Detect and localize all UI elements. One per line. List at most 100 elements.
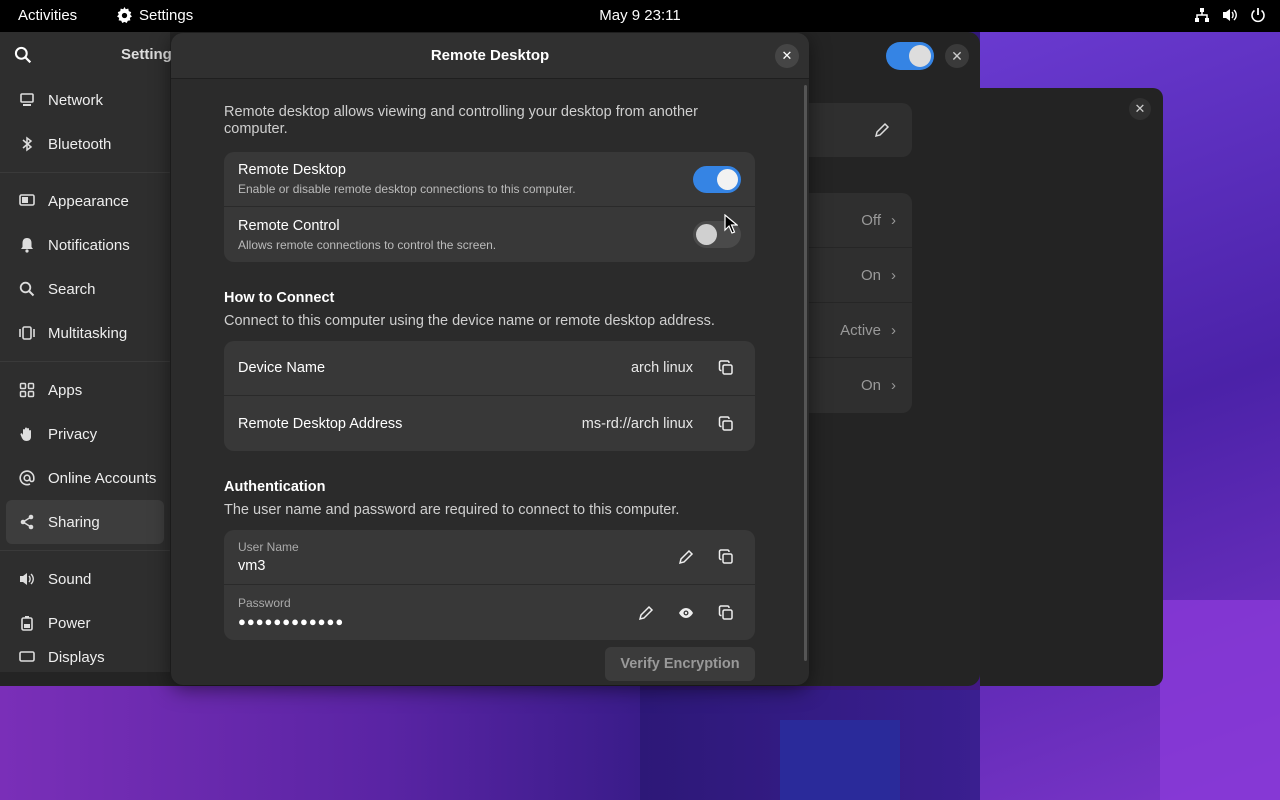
sidebar-item-label: Privacy (48, 425, 98, 443)
sidebar-item-bluetooth[interactable]: Bluetooth (0, 122, 170, 166)
remote-address-label: Remote Desktop Address (238, 415, 403, 432)
close-icon[interactable]: ✕ (775, 44, 799, 68)
display-icon (18, 649, 36, 667)
apps-icon (18, 381, 36, 399)
app-menu-label: Settings (139, 7, 194, 24)
speaker-icon (18, 570, 36, 588)
sharing-toggle[interactable] (886, 42, 934, 70)
sidebar-item-online-accounts[interactable]: Online Accounts (0, 456, 170, 500)
sidebar-item-network[interactable]: Network (0, 78, 170, 122)
authentication-heading: Authentication (224, 479, 326, 495)
how-to-connect-description: Connect to this computer using the devic… (224, 313, 715, 329)
chevron-right-icon: › (891, 266, 896, 284)
remote-control-title: Remote Control (238, 217, 340, 234)
remote-desktop-toggle[interactable] (693, 166, 741, 193)
sidebar-item-label: Sound (48, 570, 92, 588)
copy-icon[interactable] (711, 598, 741, 628)
remote-desktop-dialog: Remote Desktop ✕ Remote desktop allows v… (171, 33, 809, 685)
multitasking-icon (18, 324, 36, 342)
intro-text: Remote desktop allows viewing and contro… (224, 104, 698, 137)
sharing-row-status: On (860, 266, 881, 284)
sidebar-item-apps[interactable]: Apps (0, 368, 170, 412)
volume-icon (1223, 9, 1237, 21)
copy-icon[interactable] (711, 542, 741, 572)
pencil-icon[interactable] (671, 542, 701, 572)
battery-icon (18, 614, 36, 632)
mouse-cursor-icon (724, 214, 738, 234)
power-icon (1251, 8, 1265, 23)
password-value[interactable]: ●●●●●●●●●●●● (238, 614, 344, 629)
sidebar-item-multitasking[interactable]: Multitasking (0, 311, 170, 355)
remote-control-subtitle: Allows remote connections to control the… (238, 237, 497, 252)
password-actions (631, 598, 741, 628)
sidebar-item-sharing[interactable]: Sharing (6, 500, 164, 544)
sidebar-separator (0, 550, 170, 551)
search-icon (18, 280, 36, 298)
sidebar-item-privacy[interactable]: Privacy (0, 412, 170, 456)
sidebar-item-label: Apps (48, 381, 83, 399)
background-window-close-icon[interactable]: ✕ (1129, 98, 1151, 120)
activities-button[interactable]: Activities (18, 7, 77, 24)
pencil-icon[interactable] (631, 598, 661, 628)
sharing-options-list: Off › On › Active › On › (808, 193, 912, 413)
sidebar-item-notifications[interactable]: Notifications (0, 223, 170, 267)
copy-icon[interactable] (711, 353, 741, 383)
dialog-title: Remote Desktop (430, 47, 550, 64)
connection-card: Device Name arch linux Remote Desktop Ad… (224, 341, 755, 451)
settings-sidebar: Setting Network Bluetooth Appearance Not… (0, 32, 172, 672)
sidebar-item-sound[interactable]: Sound (0, 557, 170, 601)
verify-encryption-button[interactable]: Verify Encryption (605, 647, 755, 681)
authentication-card: User Name vm3 Password ●●●●●●●●●●●● (224, 530, 755, 640)
sidebar-separator (0, 361, 170, 362)
dialog-header: Remote Desktop ✕ (171, 33, 809, 79)
device-name-row: Device Name arch linux (224, 341, 755, 396)
share-icon (18, 513, 36, 531)
system-tray[interactable] (1194, 7, 1266, 23)
bluetooth-icon (18, 135, 36, 153)
top-bar: Activities Settings May 9 23:11 (0, 0, 1280, 32)
sidebar-item-label: Bluetooth (48, 135, 112, 153)
remote-desktop-row: Remote Desktop Enable or disable remote … (224, 152, 755, 207)
sidebar-title: Setting (121, 46, 172, 63)
sharing-row[interactable]: Active › (808, 303, 912, 358)
sidebar-item-label: Multitasking (48, 324, 128, 342)
username-value[interactable]: vm3 (238, 558, 299, 574)
hand-icon (18, 425, 36, 443)
sidebar-item-label: Search (48, 280, 96, 298)
sidebar-item-label: Appearance (48, 192, 129, 210)
network-icon (1195, 8, 1209, 22)
network-icon (18, 91, 36, 109)
username-actions (671, 542, 741, 572)
search-icon[interactable] (14, 46, 32, 64)
sidebar-item-label: Displays (48, 649, 105, 666)
username-label: User Name (238, 540, 299, 554)
sharing-row[interactable]: On › (808, 248, 912, 303)
sidebar-item-label: Sharing (48, 513, 100, 531)
remote-desktop-title: Remote Desktop (238, 162, 346, 178)
chevron-right-icon: › (891, 211, 896, 229)
sidebar-item-label: Online Accounts (48, 469, 157, 487)
sidebar-item-power[interactable]: Power (0, 601, 170, 645)
settings-close-icon[interactable]: ✕ (945, 44, 969, 68)
sidebar-item-label: Power (48, 614, 91, 632)
app-menu[interactable]: Settings (116, 7, 193, 24)
at-icon (18, 469, 36, 487)
scrollbar[interactable] (804, 85, 807, 661)
password-label: Password (238, 596, 291, 610)
sidebar-item-search[interactable]: Search (0, 267, 170, 311)
eye-icon[interactable] (671, 598, 701, 628)
sharing-row[interactable]: On › (808, 358, 912, 413)
pencil-icon[interactable] (874, 122, 890, 138)
username-row: User Name vm3 (224, 530, 755, 585)
how-to-connect-heading: How to Connect (224, 290, 335, 306)
remote-control-row: Remote Control Allows remote connections… (224, 207, 755, 262)
sidebar-item-displays[interactable]: Displays (0, 645, 170, 667)
authentication-description: The user name and password are required … (224, 502, 680, 518)
gear-icon (117, 7, 132, 24)
device-name-label: Device Name (238, 360, 326, 376)
sidebar-item-appearance[interactable]: Appearance (0, 179, 170, 223)
copy-icon[interactable] (711, 409, 741, 439)
remote-desktop-subtitle: Enable or disable remote desktop connect… (238, 182, 576, 196)
sharing-row-status: Active (840, 321, 881, 339)
sharing-row[interactable]: Off › (808, 193, 912, 248)
